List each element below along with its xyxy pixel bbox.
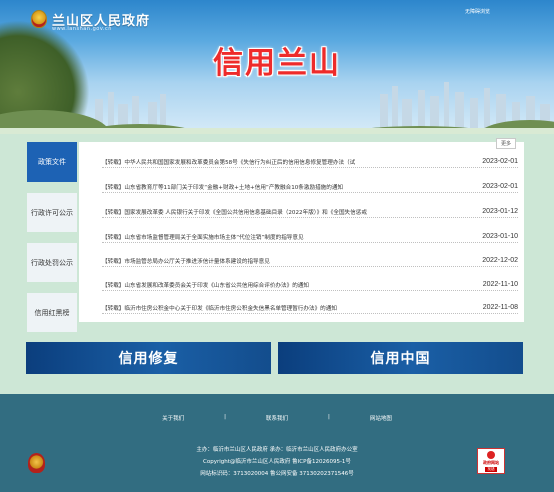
badge-subtitle: 找错 xyxy=(485,466,497,472)
barrier-free-link[interactable]: 无障碍浏览 xyxy=(465,8,490,15)
contact-us-link[interactable]: 联系我们 xyxy=(266,414,288,422)
more-button[interactable]: 更多 xyxy=(495,138,516,149)
news-date: 2023-01-12 xyxy=(482,208,518,215)
news-date: 2022-12-02 xyxy=(482,257,518,264)
about-us-link[interactable]: 关于我们 xyxy=(162,414,184,422)
news-item[interactable]: 【转载】国家发展改革委 人民银行关于印发《全国公共信用信息基础目录（2022年版… xyxy=(102,206,518,218)
news-title[interactable]: 【转载】国家发展改革委 人民银行关于印发《全国公共信用信息基础目录（2022年版… xyxy=(102,208,474,216)
site-map-link[interactable]: 网站地图 xyxy=(370,414,392,422)
tab-credit-red-black-list[interactable]: 信用红黑榜 xyxy=(27,293,77,332)
news-title[interactable]: 【转载】山东省发展和改革委员会关于印发《山东省公共信用综合评价办法》的通知 xyxy=(102,281,474,289)
footer-sponsor: 主办：临沂市兰山区人民政府 承办：临沂市兰山区人民政府办公室 xyxy=(196,447,358,453)
emblem-icon xyxy=(487,450,495,459)
news-date: 2022-11-08 xyxy=(482,304,518,311)
news-title[interactable]: 【转载】市场监管总局办公厅关于推进涉信计量体系建设的指导意见 xyxy=(102,257,474,265)
news-item[interactable]: 【转载】临沂市住房公积金中心关于印发《临沂市住房公积金失信黑名单管理暂行办法》的… xyxy=(102,302,518,314)
national-emblem-icon xyxy=(31,10,47,28)
page-footer: 关于我们 | 联系我们 | 网站地图 主办：临沂市兰山区人民政府 承办：临沂市兰… xyxy=(0,394,554,492)
side-tab-list: 政策文件 行政许可公示 行政处罚公示 信用红黑榜 xyxy=(27,142,77,343)
footer-separator: | xyxy=(328,414,330,420)
tab-administrative-penalty[interactable]: 行政处罚公示 xyxy=(27,243,77,282)
news-title[interactable]: 【转载】中华人民共和国国家发展和改革委员会第58号《失信行为纠正后的信用信息修复… xyxy=(102,158,474,166)
page-title: 信用兰山 xyxy=(213,46,341,81)
footer-separator: | xyxy=(224,414,226,420)
news-date: 2023-02-01 xyxy=(482,158,518,165)
news-item[interactable]: 【转载】山东省市场监督管理局关于全面实施市场主体“代位注销”制度的指导意见 20… xyxy=(102,231,518,243)
credit-repair-banner[interactable]: 信用修复 xyxy=(26,342,271,374)
news-title[interactable]: 【转载】山东省教育厅等11部门关于印发“金融+财政+土地+信用”产教融合10条激… xyxy=(102,183,474,191)
news-date: 2022-11-10 xyxy=(482,281,518,288)
news-item[interactable]: 【转载】山东省教育厅等11部门关于印发“金融+财政+土地+信用”产教融合10条激… xyxy=(102,181,518,193)
news-item[interactable]: 【转载】中华人民共和国国家发展和改革委员会第58号《失信行为纠正后的信用信息修复… xyxy=(102,156,518,168)
badge-title: 政府网站 xyxy=(483,459,499,465)
page-header: 兰山区人民政府 www.lanshan.gov.cn 无障碍浏览 信用兰山 xyxy=(0,0,554,134)
credit-china-banner[interactable]: 信用中国 xyxy=(278,342,523,374)
news-title[interactable]: 【转载】山东省市场监督管理局关于全面实施市场主体“代位注销”制度的指导意见 xyxy=(102,233,474,241)
news-item[interactable]: 【转载】市场监管总局办公厅关于推进涉信计量体系建设的指导意见 2022-12-0… xyxy=(102,255,518,267)
footer-site-code: 网站标识码：3713020004 鲁公网安备 37130202371546号 xyxy=(200,471,354,477)
news-date: 2023-01-10 xyxy=(482,233,518,240)
tab-administrative-license[interactable]: 行政许可公示 xyxy=(27,193,77,232)
news-date: 2023-02-01 xyxy=(482,183,518,190)
tab-policy-documents[interactable]: 政策文件 xyxy=(27,142,77,182)
gov-site-error-report-badge[interactable]: 政府网站 找错 xyxy=(477,448,505,474)
news-panel: 更多 【转载】中华人民共和国国家发展和改革委员会第58号《失信行为纠正后的信用信… xyxy=(79,138,524,322)
party-emblem-icon[interactable] xyxy=(28,453,45,473)
news-item[interactable]: 【转载】山东省发展和改革委员会关于印发《山东省公共信用综合评价办法》的通知 20… xyxy=(102,279,518,291)
site-url: www.lanshan.gov.cn xyxy=(52,26,112,32)
news-title[interactable]: 【转载】临沂市住房公积金中心关于印发《临沂市住房公积金失信黑名单管理暂行办法》的… xyxy=(102,304,474,312)
footer-links: 关于我们 | 联系我们 | 网站地图 xyxy=(0,414,554,422)
footer-copyright: Copyright@临沂市兰山区人民政府 鲁ICP备12026095-1号 xyxy=(203,459,351,465)
